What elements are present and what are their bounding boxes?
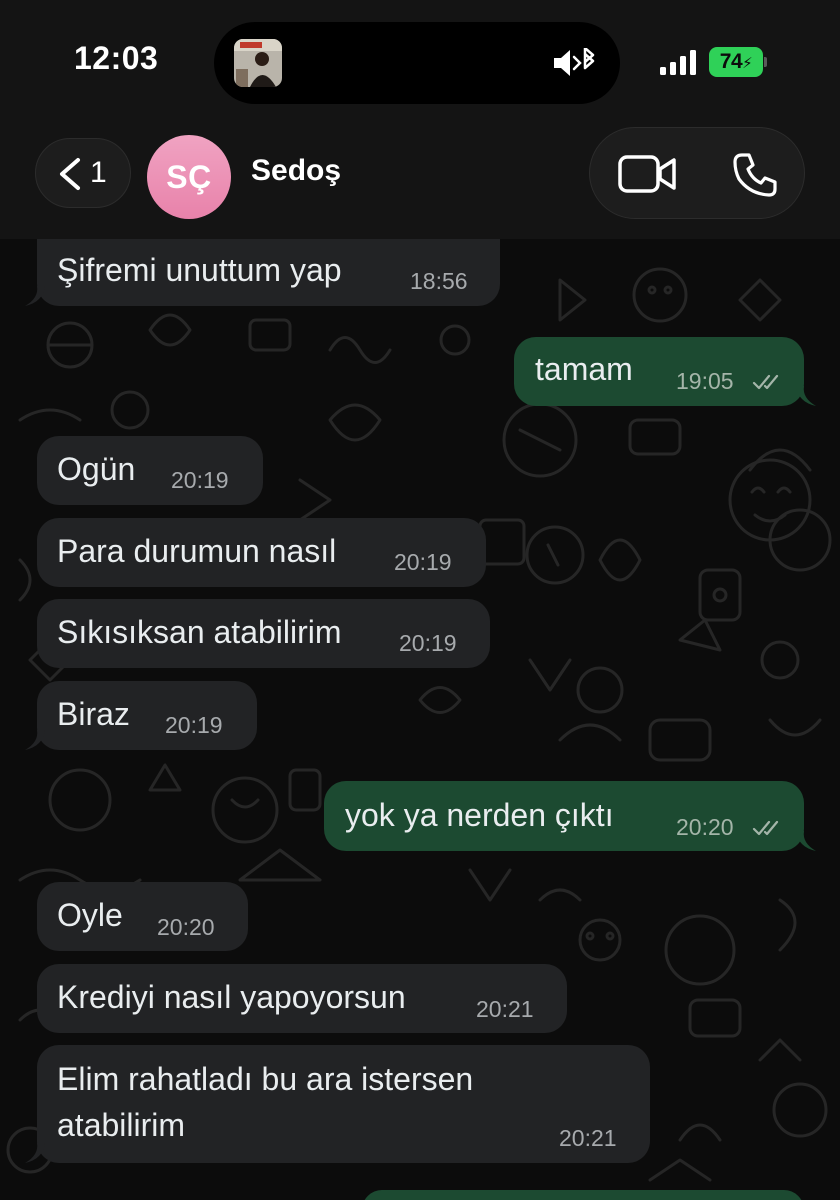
bubble-tail [25, 286, 45, 306]
status-bar: 12:03 74⚡ [0, 0, 840, 125]
message-time: 20:19 [399, 630, 457, 656]
video-call-icon[interactable] [617, 154, 677, 194]
message-outgoing-partial[interactable] [362, 1190, 804, 1200]
message-incoming[interactable]: Ogün 20:19 [37, 436, 263, 505]
contact-avatar[interactable]: SÇ [147, 135, 231, 219]
message-incoming[interactable]: Oyle 20:20 [37, 882, 248, 951]
chat-screen: 12:03 74⚡ 1 SÇ Sedoş Şifremi unuttum yap… [0, 0, 840, 1200]
contact-name[interactable]: Sedoş [251, 154, 341, 188]
message-text-line-1: Elim rahatladı bu ara istersen [57, 1061, 474, 1097]
message-text: tamam [535, 351, 633, 387]
message-time: 20:19 [165, 712, 223, 738]
message-text: Oyle [57, 897, 123, 933]
read-ticks-icon [752, 374, 779, 390]
bubble-tail [796, 831, 816, 851]
message-text: Biraz [57, 696, 130, 732]
chat-header: 1 SÇ Sedoş [0, 125, 840, 239]
message-incoming[interactable]: Sıkısıksan atabilirim 20:19 [37, 599, 490, 668]
back-button[interactable]: 1 [35, 138, 131, 208]
bubble-tail [25, 1143, 45, 1163]
message-time: 20:20 [676, 814, 734, 840]
call-actions [589, 127, 805, 219]
battery-indicator: 74⚡ [709, 47, 767, 77]
dynamic-island[interactable] [214, 22, 620, 104]
message-time: 20:21 [559, 1125, 617, 1151]
message-time: 20:20 [157, 914, 215, 940]
battery-level: 74⚡ [709, 47, 763, 77]
chevron-left-icon [60, 158, 80, 190]
message-time: 20:21 [476, 996, 534, 1022]
message-text: Şifremi unuttum yap [57, 252, 342, 288]
message-incoming[interactable]: Şifremi unuttum yap 18:56 [25, 239, 500, 306]
message-list[interactable]: Şifremi unuttum yap 18:56 tamam 19:05 Og… [0, 239, 840, 1200]
message-time: 20:19 [394, 549, 452, 575]
message-time: 18:56 [410, 268, 468, 294]
bubble-tail [25, 730, 45, 750]
message-text: Krediyi nasıl yapoyorsun [57, 979, 406, 1015]
message-text: Para durumun nasıl [57, 533, 337, 569]
message-text-line-2: atabilirim [57, 1107, 186, 1143]
message-text: yok ya nerden çıktı [345, 797, 614, 833]
unread-count: 1 [90, 156, 107, 189]
bubble-tail [796, 386, 816, 406]
voice-call-icon[interactable] [732, 152, 778, 198]
message-incoming[interactable]: Krediyi nasıl yapoyorsun 20:21 [37, 964, 567, 1033]
message-outgoing[interactable]: tamam 19:05 [514, 337, 816, 406]
message-time: 19:05 [676, 368, 734, 394]
read-ticks-icon [752, 820, 779, 836]
message-incoming[interactable]: Elim rahatladı bu ara istersen atabiliri… [25, 1045, 650, 1163]
battery-tip [764, 57, 767, 67]
message-time: 20:19 [171, 467, 229, 493]
message-incoming[interactable]: Para durumun nasıl 20:19 [37, 518, 486, 587]
now-playing-artwork[interactable] [234, 39, 282, 87]
message-text: Ogün [57, 451, 136, 487]
status-time: 12:03 [74, 40, 159, 76]
speaker-bluetooth-icon [554, 48, 595, 76]
message-outgoing[interactable]: yok ya nerden çıktı 20:20 [324, 781, 816, 851]
message-text: Sıkısıksan atabilirim [57, 614, 342, 650]
message-incoming[interactable]: Biraz 20:19 [25, 681, 257, 750]
cellular-signal-icon [660, 50, 696, 75]
